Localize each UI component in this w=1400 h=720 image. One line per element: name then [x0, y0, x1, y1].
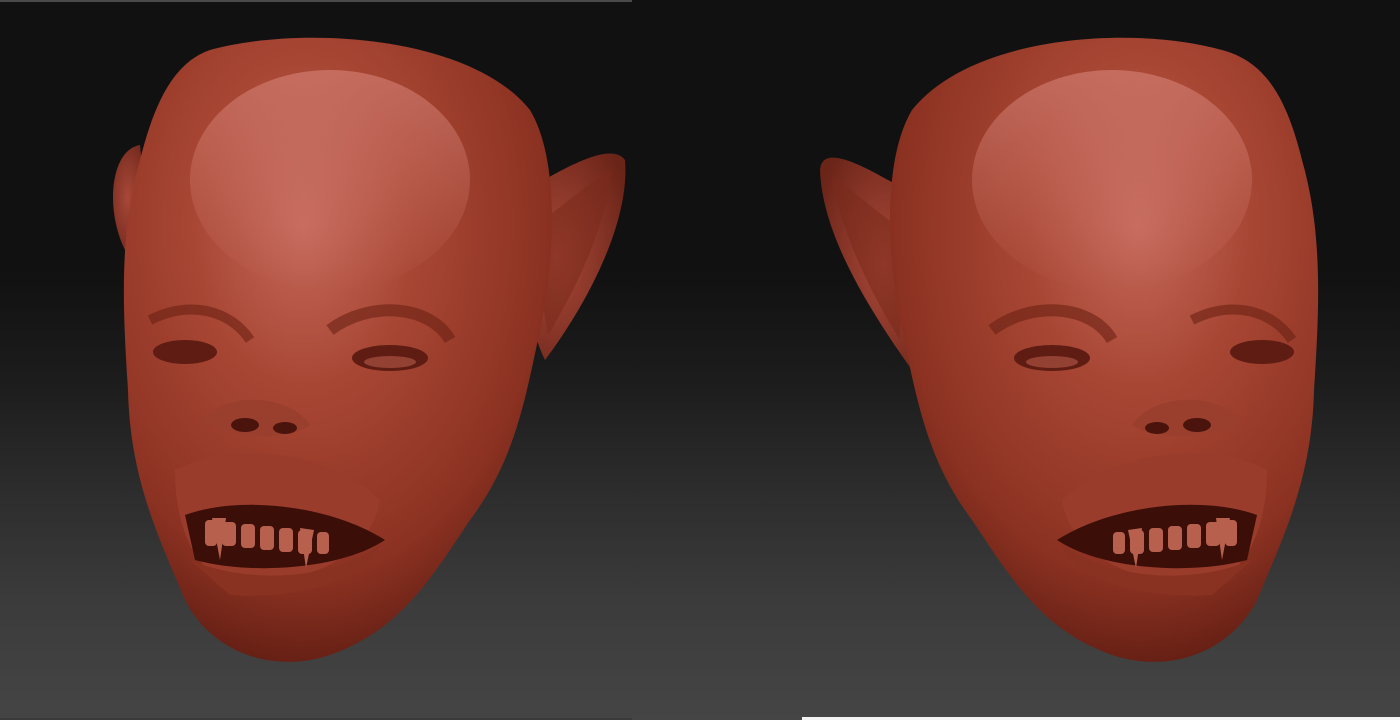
nostril-left [1145, 422, 1169, 434]
nostril-right [1183, 418, 1211, 432]
sculpt-canvas[interactable] [0, 0, 1400, 720]
left-eyelid-highlight [1026, 356, 1078, 368]
viewport-left[interactable] [0, 0, 632, 720]
nostril-right [273, 422, 297, 434]
forehead-highlight [972, 70, 1252, 290]
right-eyelid-highlight [364, 356, 416, 368]
creature-head-model-left[interactable] [0, 0, 632, 720]
forehead-highlight [190, 70, 470, 290]
right-eye [1230, 340, 1294, 364]
nostril-left [231, 418, 259, 432]
viewport-right[interactable] [632, 0, 1400, 720]
creature-head-model-right[interactable] [802, 0, 1400, 720]
left-eye [153, 340, 217, 364]
